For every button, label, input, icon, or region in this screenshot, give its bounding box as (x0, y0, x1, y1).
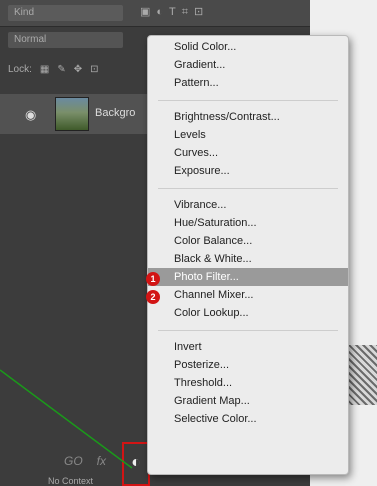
menu-item-invert[interactable]: Invert (174, 338, 344, 356)
annotation-badge-1: 1 (146, 272, 160, 286)
menu-separator (158, 188, 338, 189)
menu-item-pattern[interactable]: Pattern... (174, 74, 344, 92)
menu-item-photo-filter[interactable]: Photo Filter... (148, 268, 348, 286)
annotation-arrow-line (0, 369, 133, 469)
menu-item-solid-color[interactable]: Solid Color... (174, 38, 344, 56)
menu-item-gradient[interactable]: Gradient... (174, 56, 344, 74)
menu-item-brightness-contrast[interactable]: Brightness/Contrast... (174, 108, 344, 126)
adjustment-layer-menu: Solid Color... Gradient... Pattern... Br… (147, 35, 349, 475)
menu-item-posterize[interactable]: Posterize... (174, 356, 344, 374)
menu-item-levels[interactable]: Levels (174, 126, 344, 144)
annotation-badge-2: 2 (146, 290, 160, 304)
menu-item-vibrance[interactable]: Vibrance... (174, 196, 344, 214)
menu-item-selective-color[interactable]: Selective Color... (174, 410, 344, 428)
menu-item-black-white[interactable]: Black & White... (174, 250, 344, 268)
menu-item-channel-mixer[interactable]: Channel Mixer... (174, 286, 344, 304)
menu-separator (158, 330, 338, 331)
menu-item-threshold[interactable]: Threshold... (174, 374, 344, 392)
menu-item-gradient-map[interactable]: Gradient Map... (174, 392, 344, 410)
menu-item-curves[interactable]: Curves... (174, 144, 344, 162)
menu-item-color-balance[interactable]: Color Balance... (174, 232, 344, 250)
menu-item-hue-saturation[interactable]: Hue/Saturation... (174, 214, 344, 232)
menu-separator (158, 100, 338, 101)
menu-item-exposure[interactable]: Exposure... (174, 162, 344, 180)
menu-item-color-lookup[interactable]: Color Lookup... (174, 304, 344, 322)
